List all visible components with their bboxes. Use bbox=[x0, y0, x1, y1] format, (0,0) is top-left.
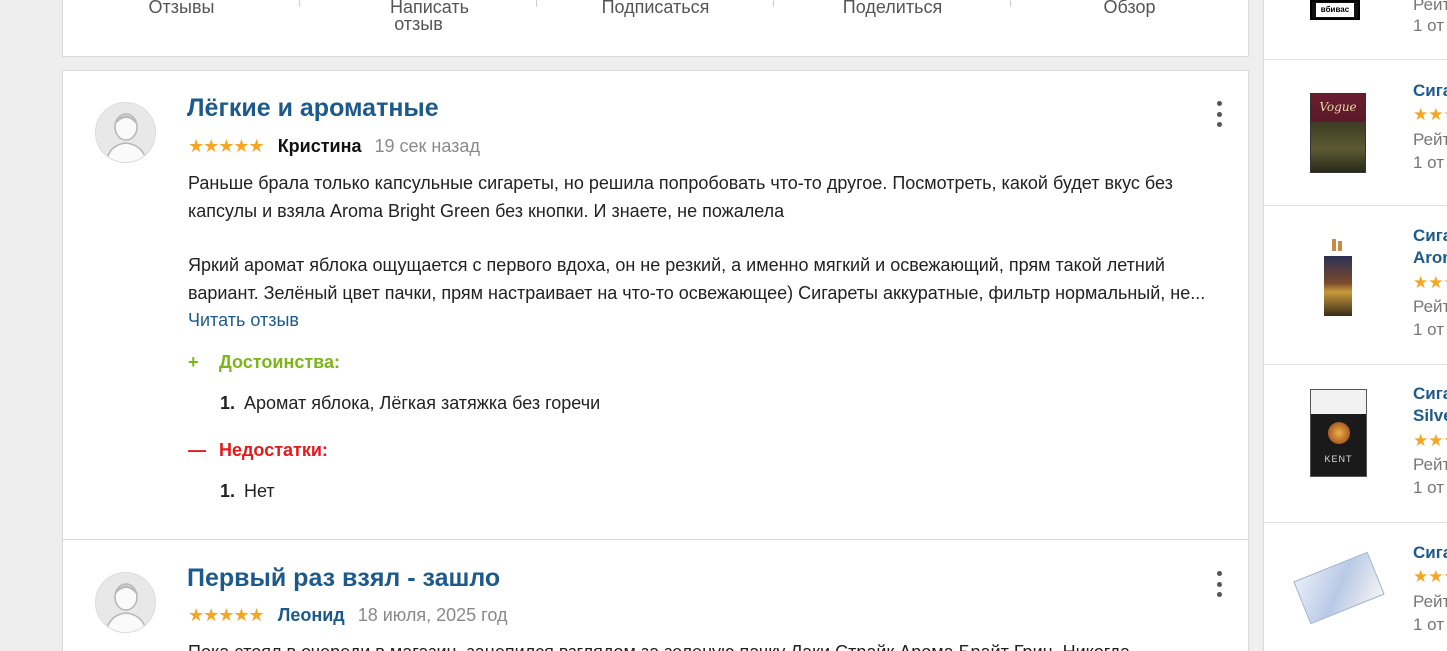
review-card: Первый раз взял - зашло ★★★★★ Леонид 18 … bbox=[62, 539, 1249, 651]
product-thumbnail bbox=[1293, 551, 1385, 625]
list-text: Нет bbox=[244, 481, 275, 501]
product-title[interactable]: Сига Arom bbox=[1413, 225, 1447, 269]
pros-heading: + Достоинства: bbox=[188, 352, 340, 373]
product-title-line1[interactable]: Сига bbox=[1413, 226, 1447, 245]
product-review-count: 1 от bbox=[1413, 478, 1445, 497]
review-text-2: Яркий аромат яблока ощущается с первого … bbox=[188, 252, 1228, 335]
rating-stars: ★★★ bbox=[1413, 105, 1447, 124]
product-rating: Рейт bbox=[1413, 297, 1447, 316]
review-date: 18 июля, 2025 год bbox=[357, 604, 508, 625]
brand-logo: вбивас bbox=[1316, 3, 1354, 17]
product-review-count: 1 от bbox=[1413, 16, 1445, 35]
product-thumbnail bbox=[1324, 238, 1352, 316]
tab-overview[interactable]: Обзор bbox=[1011, 0, 1248, 39]
plus-icon: + bbox=[188, 352, 199, 372]
share-button[interactable]: Поделиться bbox=[774, 0, 1011, 39]
minus-icon: — bbox=[188, 440, 206, 460]
product-thumbnail: KENT bbox=[1310, 389, 1367, 477]
more-options-icon[interactable] bbox=[1212, 101, 1226, 127]
write-review-button[interactable]: Написать отзыв bbox=[300, 0, 537, 39]
review-text-2-content: Яркий аромат яблока ощущается с первого … bbox=[188, 255, 1206, 303]
review-text-1: Раньше брала только капсульные сигареты,… bbox=[188, 173, 1173, 221]
rating-stars: ★★★ bbox=[1413, 567, 1447, 586]
similar-products-sidebar: вбивас Рейт 1 от Vogue Сига ★★★ Рейт 1 о… bbox=[1263, 0, 1447, 651]
product-item[interactable]: Сига ★★★ Рейт 1 от bbox=[1264, 523, 1447, 651]
more-options-icon[interactable] bbox=[1212, 571, 1226, 597]
list-text: Аромат яблока, Лёгкая затяжка без горечи bbox=[244, 393, 601, 413]
review-title[interactable]: Лёгкие и ароматные bbox=[187, 94, 439, 123]
product-rating: Рейт bbox=[1413, 455, 1447, 474]
review-action-bar: Отзывы Написать отзыв Подписаться Подели… bbox=[62, 0, 1249, 57]
product-title[interactable]: Сига Silve bbox=[1413, 383, 1447, 427]
review-title[interactable]: Первый раз взял - зашло bbox=[187, 564, 500, 593]
user-avatar-icon bbox=[96, 103, 155, 162]
product-review-count: 1 от bbox=[1413, 615, 1445, 634]
review-text-1: Пока стоял в очереди в магазин, зацепилс… bbox=[188, 639, 1228, 651]
review-meta: ★★★★★ Кристина 19 сек назад bbox=[188, 135, 480, 157]
product-item[interactable]: Vogue Сига ★★★ Рейт 1 от bbox=[1264, 60, 1447, 206]
avatar[interactable] bbox=[95, 102, 156, 163]
product-rating: Рейт bbox=[1413, 0, 1447, 14]
product-rating: Рейт bbox=[1413, 130, 1447, 149]
product-title-line1[interactable]: Сига bbox=[1413, 384, 1447, 403]
product-item[interactable]: KENT Сига Silve ★★★ Рейт 1 от bbox=[1264, 365, 1447, 523]
rating-stars: ★★★ bbox=[1413, 273, 1447, 292]
user-avatar-icon bbox=[96, 573, 155, 632]
cons-item: 1. Нет bbox=[220, 481, 275, 502]
review-card: Лёгкие и ароматные ★★★★★ Кристина 19 сек… bbox=[62, 70, 1249, 540]
product-review-count: 1 от bbox=[1413, 320, 1445, 339]
rating-stars: ★★★★★ bbox=[188, 135, 265, 156]
tab-reviews[interactable]: Отзывы bbox=[63, 0, 300, 39]
product-title-line2[interactable]: Silve bbox=[1413, 406, 1447, 425]
product-title-line2[interactable]: Arom bbox=[1413, 248, 1447, 267]
pros-label: Достоинства: bbox=[219, 352, 340, 372]
author-name[interactable]: Леонид bbox=[278, 605, 345, 626]
product-rating: Рейт bbox=[1413, 592, 1447, 611]
review-meta: ★★★★★ Леонид 18 июля, 2025 год bbox=[188, 604, 507, 626]
product-item[interactable]: вбивас Рейт 1 от bbox=[1264, 0, 1447, 60]
product-item[interactable]: Сига Arom ★★★ Рейт 1 от bbox=[1264, 206, 1447, 365]
cons-heading: — Недостатки: bbox=[188, 440, 328, 461]
author-name: Кристина bbox=[277, 135, 362, 156]
brand-logo: Vogue bbox=[1319, 100, 1357, 114]
list-number: 1. bbox=[220, 481, 236, 501]
product-title[interactable]: Сига bbox=[1413, 80, 1447, 102]
product-review-count: 1 от bbox=[1413, 153, 1445, 172]
avatar[interactable] bbox=[95, 572, 156, 633]
cons-label: Недостатки: bbox=[219, 440, 328, 460]
product-thumbnail: Vogue bbox=[1310, 93, 1366, 173]
read-more-link[interactable]: Читать отзыв bbox=[188, 310, 299, 330]
rating-stars: ★★★★★ bbox=[188, 604, 265, 625]
subscribe-button[interactable]: Подписаться bbox=[537, 0, 774, 39]
brand-logo: KENT bbox=[1324, 454, 1353, 464]
pros-item: 1. Аромат яблока, Лёгкая затяжка без горе… bbox=[220, 393, 600, 414]
product-title[interactable]: Сига bbox=[1413, 542, 1447, 564]
product-thumbnail: вбивас bbox=[1310, 0, 1360, 20]
rating-stars: ★★★ bbox=[1413, 431, 1447, 450]
review-date: 19 сек назад bbox=[374, 135, 480, 156]
list-number: 1. bbox=[220, 393, 236, 413]
